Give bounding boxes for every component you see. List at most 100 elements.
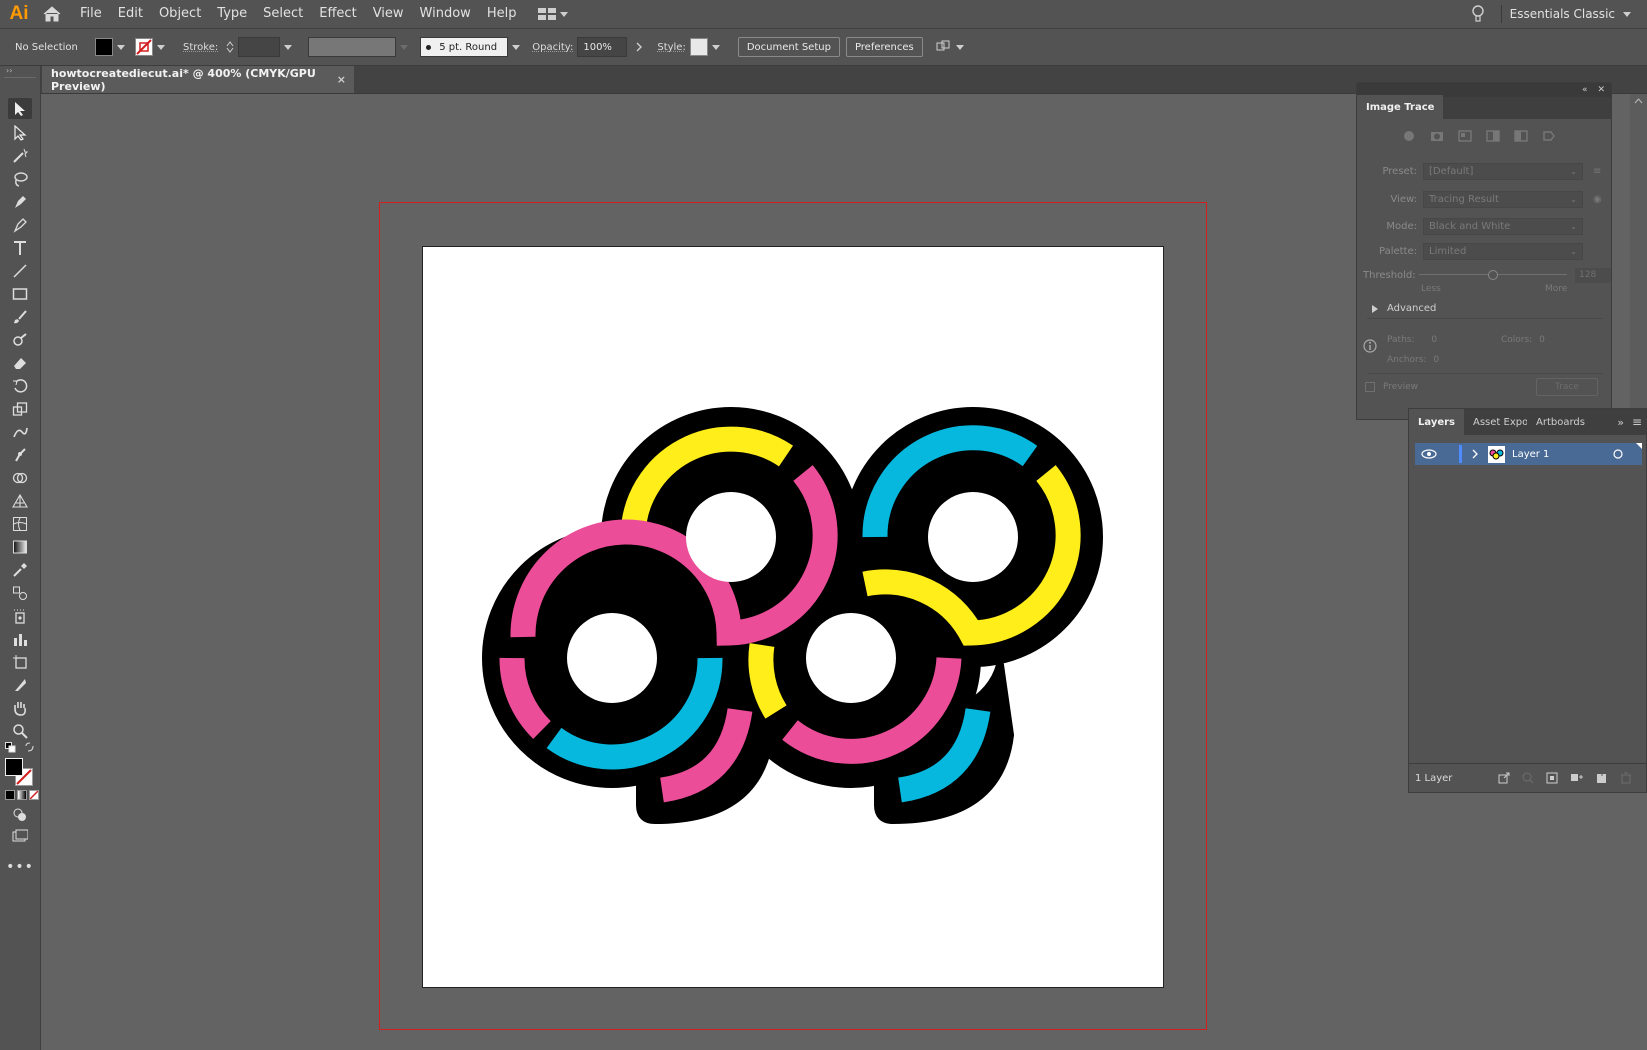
eye-icon[interactable]: ◉ (1593, 194, 1602, 205)
variable-width-profile[interactable] (308, 37, 397, 57)
layer-row[interactable]: Layer 1 (1415, 443, 1642, 465)
vertical-scrollbar[interactable] (1630, 94, 1647, 408)
stroke-swatch[interactable] (135, 38, 153, 56)
profile-dropdown-icon[interactable] (400, 44, 409, 50)
fill-swatch[interactable] (95, 38, 113, 56)
type-tool-icon[interactable] (8, 237, 32, 258)
style-swatch[interactable] (689, 38, 708, 56)
panel-expand-icon[interactable]: » (1617, 416, 1624, 429)
symbol-sprayer-tool-icon[interactable] (8, 605, 32, 626)
export-icon[interactable] (1498, 772, 1510, 784)
lightbulb-icon[interactable] (1463, 5, 1493, 23)
target-icon[interactable] (1612, 448, 1624, 460)
tab-image-trace[interactable]: Image Trace (1357, 95, 1444, 119)
fill-color-box[interactable] (5, 758, 23, 776)
stroke-dropdown-icon[interactable] (157, 44, 165, 50)
black-and-white-icon[interactable] (1513, 129, 1529, 143)
layer-name[interactable]: Layer 1 (1512, 449, 1549, 460)
hand-tool-icon[interactable] (8, 697, 32, 718)
zoom-tool-icon[interactable] (8, 720, 32, 741)
tab-asset-export[interactable]: Asset Export (1464, 409, 1527, 435)
threshold-input[interactable]: 128 (1575, 267, 1611, 283)
locate-object-icon[interactable] (1522, 772, 1534, 784)
rectangle-tool-icon[interactable] (8, 283, 32, 304)
puppet-warp-tool-icon[interactable] (8, 444, 32, 465)
mode-dropdown[interactable]: Black and White ⌄ (1423, 217, 1583, 235)
menu-file[interactable]: File (72, 0, 110, 28)
brush-definition[interactable]: 5 pt. Round (420, 37, 509, 57)
style-dropdown-icon[interactable] (711, 44, 720, 50)
expand-layer-icon[interactable] (1470, 449, 1480, 459)
menu-edit[interactable]: Edit (110, 0, 151, 28)
blend-tool-icon[interactable] (8, 582, 32, 603)
low-color-icon[interactable] (1457, 129, 1473, 143)
panel-menu-icon[interactable]: ≡ (1632, 415, 1642, 429)
curvature-tool-icon[interactable] (8, 214, 32, 235)
document-setup-button[interactable]: Document Setup (737, 37, 840, 57)
workspace-switcher[interactable]: Essentials Classic (1510, 7, 1635, 21)
scroll-up-icon[interactable] (1630, 94, 1647, 108)
mesh-tool-icon[interactable] (8, 513, 32, 534)
edit-toolbar-more-icon[interactable]: ••• (6, 856, 33, 877)
tab-artboards[interactable]: Artboards (1527, 409, 1594, 435)
default-colors-icon[interactable] (5, 742, 16, 756)
swap-colors-icon[interactable] (25, 742, 36, 756)
threshold-slider-thumb[interactable] (1488, 270, 1498, 280)
collapse-icon[interactable]: « (1582, 85, 1588, 95)
auto-color-icon[interactable] (1401, 129, 1417, 143)
menu-effect[interactable]: Effect (311, 0, 364, 28)
preferences-button[interactable]: Preferences (845, 37, 923, 57)
menu-view[interactable]: View (365, 0, 412, 28)
draw-mode-icon[interactable] (8, 804, 32, 825)
home-icon[interactable] (38, 0, 66, 28)
line-tool-icon[interactable] (8, 260, 32, 281)
perspective-grid-tool-icon[interactable] (8, 490, 32, 511)
stroke-weight-stepper[interactable] (226, 41, 234, 53)
menu-type[interactable]: Type (209, 0, 255, 28)
arrange-icon[interactable] (936, 40, 968, 54)
preview-checkbox-row[interactable]: Preview (1365, 382, 1418, 392)
document-tab[interactable]: howtocreatediecut.ai* @ 400% (CMYK/GPU P… (42, 66, 354, 93)
brush-dropdown-icon[interactable] (512, 44, 521, 50)
eraser-tool-icon[interactable] (8, 352, 32, 373)
trace-button[interactable]: Trace (1536, 378, 1598, 396)
menu-window[interactable]: Window (412, 0, 479, 28)
advanced-toggle[interactable]: Advanced (1371, 303, 1436, 314)
menu-object[interactable]: Object (151, 0, 209, 28)
stroke-weight-dropdown-icon[interactable] (284, 44, 293, 50)
make-clipping-mask-icon[interactable] (1546, 772, 1558, 784)
tab-layers[interactable]: Layers (1409, 409, 1464, 435)
lasso-tool-icon[interactable] (8, 168, 32, 189)
palette-dropdown[interactable]: Limited ⌄ (1423, 242, 1583, 260)
pen-tool-icon[interactable] (8, 191, 32, 212)
shaper-tool-icon[interactable] (8, 329, 32, 350)
close-icon[interactable]: × (337, 73, 346, 86)
gradient-tool-icon[interactable] (8, 536, 32, 557)
fill-dropdown-icon[interactable] (117, 44, 125, 50)
create-sublayer-icon[interactable] (1570, 772, 1584, 784)
high-color-icon[interactable] (1429, 129, 1445, 143)
threshold-slider[interactable] (1419, 270, 1567, 280)
grayscale-icon[interactable] (1485, 129, 1501, 143)
column-graph-tool-icon[interactable] (8, 628, 32, 649)
shape-builder-tool-icon[interactable] (8, 467, 32, 488)
artboard-tool-icon[interactable] (8, 651, 32, 672)
eyedropper-tool-icon[interactable] (8, 559, 32, 580)
selection-tool-icon[interactable] (8, 98, 32, 119)
view-dropdown[interactable]: Tracing Result ⌄ (1423, 190, 1583, 208)
visibility-eye-icon[interactable] (1419, 448, 1439, 460)
preset-dropdown[interactable]: [Default] ⌄ (1423, 162, 1583, 180)
slice-tool-icon[interactable] (8, 674, 32, 695)
scale-tool-icon[interactable] (8, 398, 32, 419)
trash-icon[interactable] (1620, 772, 1632, 784)
collapse-panel-icon[interactable]: ›› (6, 66, 12, 75)
chevron-right-icon[interactable] (633, 41, 645, 53)
direct-selection-tool-icon[interactable] (8, 122, 32, 143)
color-mode-buttons[interactable] (5, 790, 39, 800)
menu-select[interactable]: Select (255, 0, 311, 28)
opacity-input[interactable]: 100% (577, 37, 628, 57)
close-icon[interactable]: ✕ (1597, 85, 1605, 95)
warp-tool-icon[interactable] (8, 421, 32, 442)
paintbrush-tool-icon[interactable] (8, 306, 32, 327)
stroke-weight-input[interactable] (238, 37, 281, 57)
